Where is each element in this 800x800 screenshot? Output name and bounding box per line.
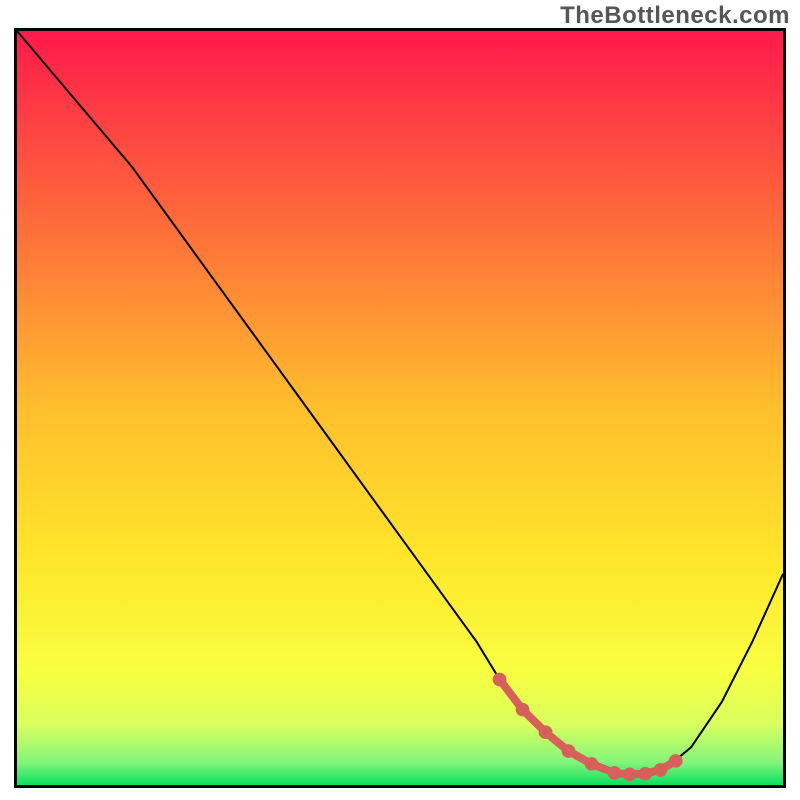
optimal-zone-dots: [493, 673, 683, 782]
chart-frame: TheBottleneck.com: [0, 0, 800, 800]
optimal-dot: [608, 766, 622, 780]
optimal-dot: [493, 673, 507, 687]
curve-layer: [17, 31, 783, 785]
optimal-dot: [585, 757, 599, 771]
watermark-text: TheBottleneck.com: [560, 2, 790, 30]
optimal-dot: [539, 725, 553, 739]
bottleneck-curve: [17, 31, 783, 774]
plot-area: [14, 28, 786, 788]
optimal-dot: [562, 744, 576, 758]
optimal-dot: [638, 767, 652, 781]
optimal-dot: [669, 754, 683, 768]
optimal-dot: [623, 768, 637, 782]
optimal-dot: [654, 763, 668, 777]
optimal-dot: [516, 703, 530, 717]
